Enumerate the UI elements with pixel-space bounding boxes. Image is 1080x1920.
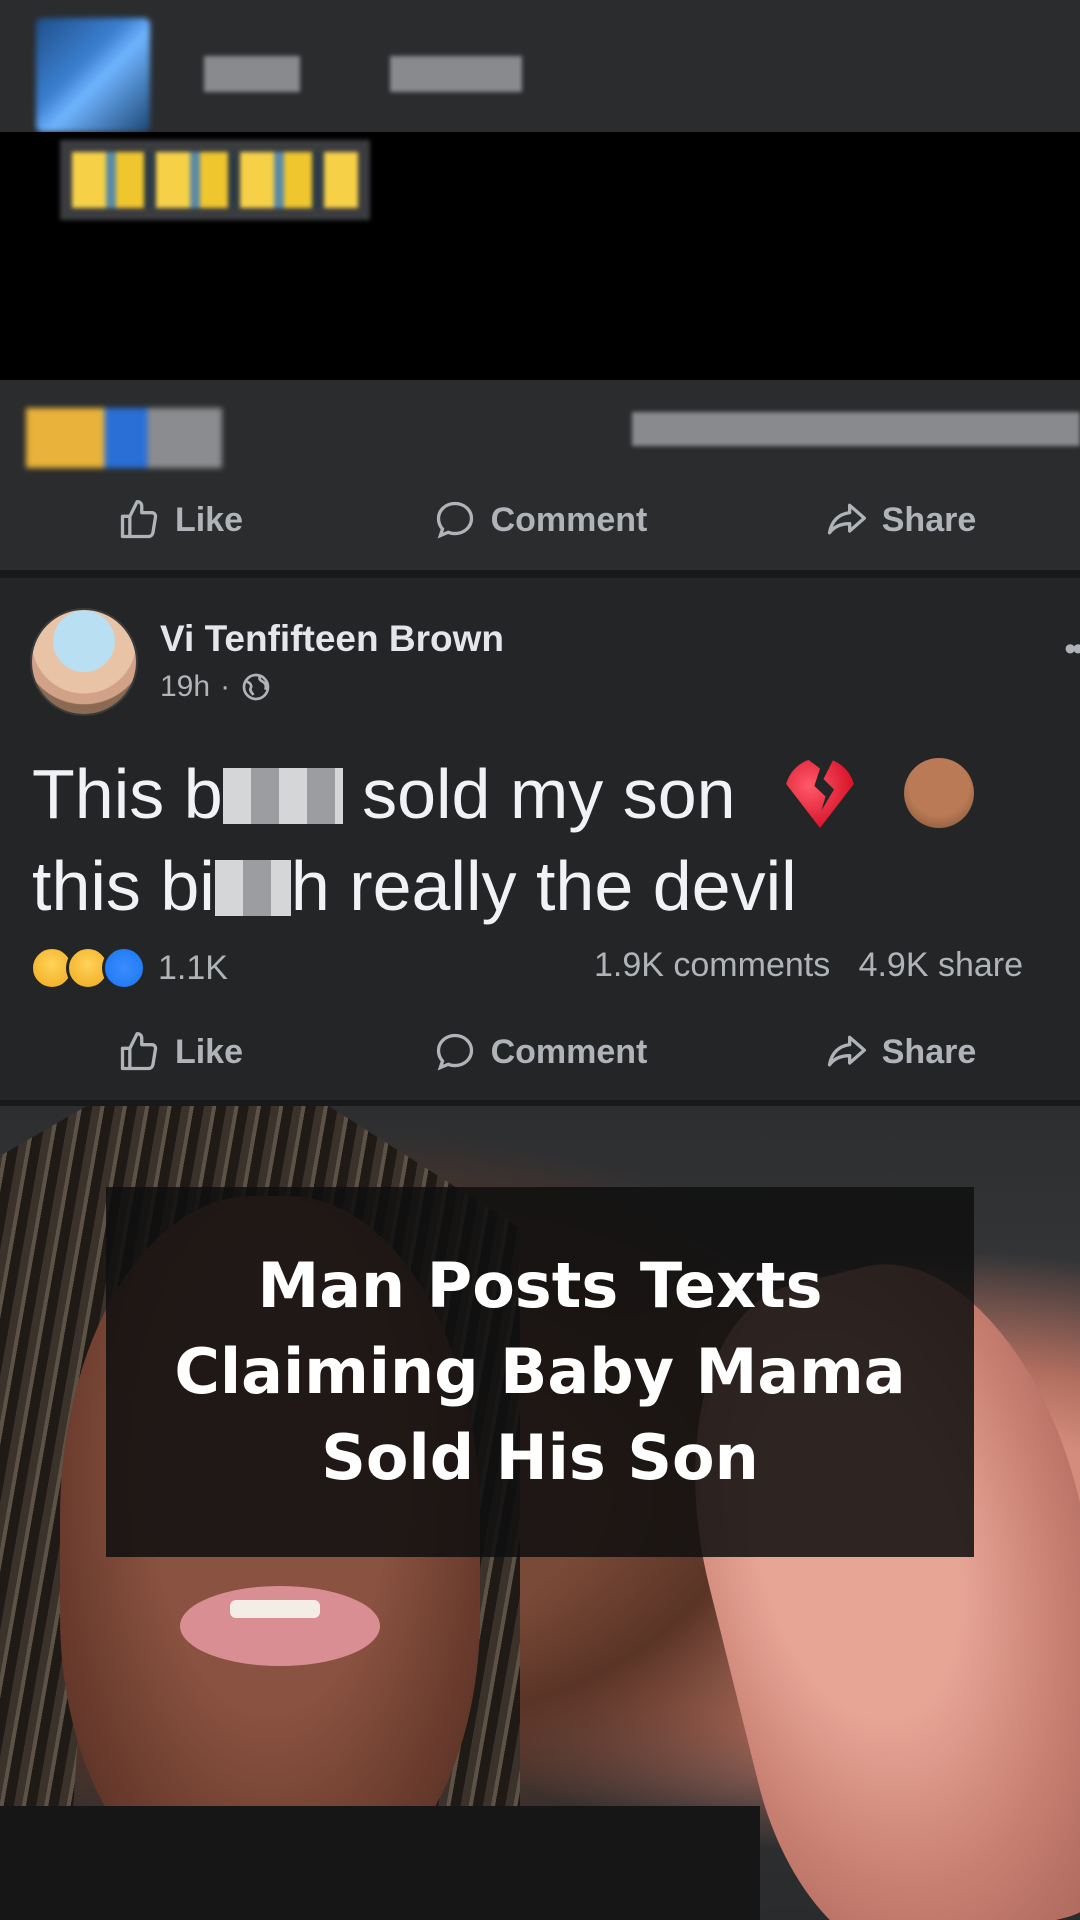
blurred-emoji-text [60,140,370,220]
like-label: Like [174,1032,244,1071]
post-text: This b sold my son this bi h really the d… [32,748,1072,932]
thumbs-up-icon [120,500,158,539]
comment-count[interactable]: 1.9K comments [594,946,830,984]
blurred-name [204,56,300,92]
post-meta: 19h · [160,670,272,704]
more-options-icon[interactable]: •• [1064,630,1080,669]
post-text-line-2: this bi h really the devil [32,840,1072,932]
text-segment: sold my son [362,755,736,833]
post-author[interactable]: Vi Tenfifteen Brown [160,618,504,660]
blurred-time [390,56,522,92]
post-time[interactable]: 19h [160,670,210,704]
share-button[interactable]: Share [720,1012,1080,1092]
share-button[interactable]: Share [720,480,1080,560]
comment-button[interactable]: Comment [360,1012,720,1092]
censor-block [222,768,343,824]
avatar[interactable] [30,608,138,716]
text-segment: this bi [32,847,215,925]
comment-button[interactable]: Comment [360,480,720,560]
like-button[interactable]: Like [0,480,360,560]
blurred-stats [632,412,1080,446]
caption-box: Man Posts Texts Claiming Baby Mama Sold … [106,1187,974,1557]
censor-block [214,860,291,916]
like-label: Like [174,500,244,539]
facepalm-icon [904,758,975,828]
post-divider [0,570,1080,578]
person-mouth [180,1586,380,1666]
meta-separator: · [220,670,231,703]
share-icon [827,503,866,535]
text-segment: h really the devil [290,847,797,925]
person-shirt [0,1806,760,1920]
post-actions: Like Comment Share [0,1012,1080,1092]
text-segment: This b [32,755,223,833]
share-label: Share [881,1032,977,1071]
previous-post-actions: Like Comment Share [0,480,1080,560]
globe-icon [242,673,270,701]
share-icon [827,1035,866,1067]
person-teeth [230,1600,320,1618]
previous-post-header [0,0,1080,132]
like-button[interactable]: Like [0,1012,360,1092]
reaction-count: 1.1K [158,948,228,987]
comment-label: Comment [490,1032,648,1071]
broken-heart-icon [785,758,856,828]
video-caption: Man Posts Texts Claiming Baby Mama Sold … [174,1249,906,1494]
blurred-avatar [36,18,150,132]
comment-icon [436,1033,473,1071]
post-stats: 1.9K comments 4.9K share [594,946,1080,985]
comment-icon [436,501,473,539]
share-count[interactable]: 4.9K share [859,946,1023,984]
thumbs-up-icon [120,1032,158,1071]
share-label: Share [881,500,977,539]
blurred-reactions [26,408,222,468]
post-text-line-1: This b sold my son [32,748,1072,840]
reaction-summary[interactable]: 1.1K [30,946,228,990]
comment-label: Comment [490,500,648,539]
like-reaction-icon [102,946,146,990]
